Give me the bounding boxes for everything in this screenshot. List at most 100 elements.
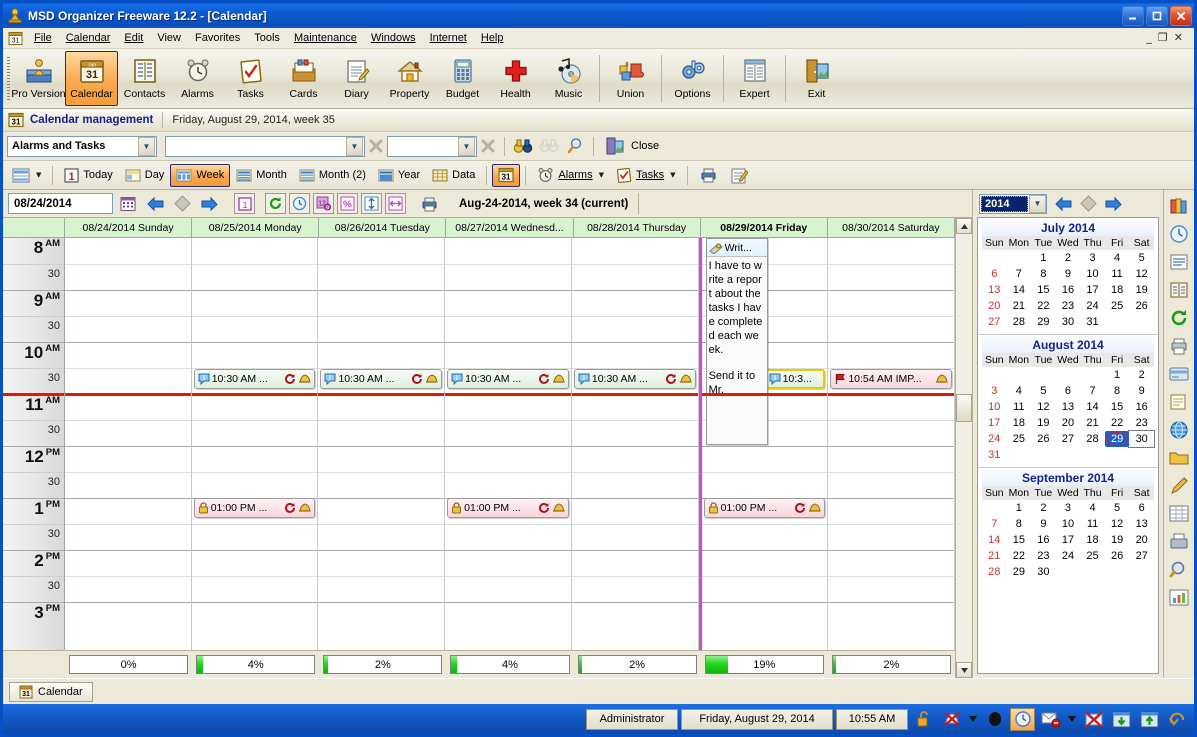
appointment-item[interactable]: i 10:30 AM ...	[320, 369, 442, 389]
chevron-down-icon[interactable]: ▼	[36, 171, 41, 179]
mini-day-cell[interactable]: 5	[1129, 250, 1154, 266]
chevron-down-icon[interactable]: ▼	[599, 171, 604, 179]
mini-day-cell[interactable]: 9	[1031, 516, 1056, 532]
mini-day-cell[interactable]: 25	[1080, 548, 1105, 564]
printer-icon[interactable]	[1167, 333, 1192, 358]
mini-day-cell[interactable]: 9	[1129, 383, 1154, 399]
day-header-monday[interactable]: 08/25/2014 Monday	[192, 218, 319, 237]
alarms-dropdown-button[interactable]: Alarms ▼	[531, 164, 610, 187]
chart-icon[interactable]	[1167, 585, 1192, 610]
toolbar-item-options[interactable]: Options	[666, 51, 719, 106]
filter-two-select[interactable]: ▼	[387, 136, 477, 157]
view-month-button[interactable]: Month	[230, 164, 293, 187]
toolbar-item-budget[interactable]: Budget	[436, 51, 489, 106]
mini-day-cell[interactable]: 16	[1129, 399, 1154, 415]
mini-day-cell[interactable]: 1	[1007, 500, 1032, 516]
edit-note-button[interactable]	[724, 164, 754, 187]
close-view-button[interactable]: Close	[599, 136, 665, 156]
mini-day-cell[interactable]: 3	[982, 383, 1007, 399]
chevron-down-icon[interactable]: ▼	[458, 137, 475, 156]
mini-day-cell[interactable]: 11	[1080, 516, 1105, 532]
mini-day-cell[interactable]: 8	[1105, 383, 1130, 399]
mini-day-cell[interactable]: 11	[1105, 266, 1130, 282]
row-height-button[interactable]	[361, 193, 382, 214]
contacts-icon[interactable]	[1167, 277, 1192, 302]
menu-item-help[interactable]: Help	[474, 29, 511, 47]
mini-day-cell[interactable]: 17	[1080, 282, 1105, 298]
mini-day-cell[interactable]: 8	[1007, 516, 1032, 532]
mini-day-cell[interactable]: 27	[1056, 431, 1081, 447]
mini-day-cell[interactable]: 9	[1056, 266, 1081, 282]
menu-item-maintenance[interactable]: Maintenance	[287, 29, 364, 47]
note-card[interactable]: Writ... I have to write a report about t…	[706, 238, 768, 445]
dropdown-caret-icon[interactable]	[1066, 708, 1078, 731]
mini-month-grid[interactable]: Sun Mon Tue Wed Thu Fri Sat 123456789101…	[982, 236, 1154, 330]
mini-month-body[interactable]: 1234567891011121314151617181920212223242…	[982, 367, 1154, 463]
view-week-button[interactable]: Week	[170, 164, 230, 187]
mini-day-cell[interactable]: 23	[1056, 298, 1081, 314]
toolbar-item-exit[interactable]: Exit	[790, 51, 843, 106]
mini-day-cell[interactable]: 16	[1031, 532, 1056, 548]
toolbar-item-tasks[interactable]: Tasks	[224, 51, 277, 106]
clear-filter-one-button[interactable]	[365, 138, 387, 154]
menu-item-windows[interactable]: Windows	[364, 29, 423, 47]
view-today-button[interactable]: 1 Today	[58, 164, 118, 187]
mini-day-cell[interactable]: 13	[1056, 399, 1081, 415]
menu-item-tools[interactable]: Tools	[247, 29, 287, 47]
pen-icon[interactable]	[1167, 473, 1192, 498]
mini-day-cell[interactable]: 3	[1056, 500, 1081, 516]
print-button[interactable]	[693, 164, 724, 187]
year-select[interactable]: 2014 ▼	[979, 194, 1047, 214]
mini-day-cell[interactable]: 8	[1031, 266, 1056, 282]
date-input[interactable]: 08/24/2014	[8, 193, 113, 214]
mini-day-cell[interactable]: 13	[982, 282, 1007, 298]
notes-icon[interactable]	[1167, 389, 1192, 414]
mini-day-cell[interactable]: 28	[1080, 431, 1105, 447]
task-button-calendar[interactable]: 31 Calendar	[9, 682, 93, 702]
mini-day-cell[interactable]: 19	[1105, 532, 1130, 548]
day-column-tuesday[interactable]: i 10:30 AM ...	[318, 238, 445, 650]
mini-day-cell[interactable]: 12	[1031, 399, 1056, 415]
mini-day-cell[interactable]: 3	[1080, 250, 1105, 266]
menu-item-file[interactable]: File	[27, 29, 59, 47]
view-data-button[interactable]: Data	[426, 164, 481, 187]
toggle-mini-calendar-button[interactable]: 31	[492, 164, 520, 187]
mini-month-grid[interactable]: Sun Mon Tue Wed Thu Fri Sat 123456789101…	[982, 353, 1154, 463]
appointment-item[interactable]: 10:54 AM IMP...	[830, 369, 952, 389]
toolbar-item-calendar[interactable]: Jan 31 Calendar	[65, 51, 118, 106]
search-icon[interactable]	[1167, 557, 1192, 582]
mini-day-cell[interactable]: 26	[1105, 548, 1130, 564]
diamond-icon[interactable]	[170, 193, 194, 215]
prev-week-button[interactable]	[143, 193, 167, 215]
print-calendar-button[interactable]	[417, 193, 441, 215]
day-column-thursday[interactable]: i 10:30 AM ...	[572, 238, 699, 650]
mini-day-cell[interactable]: 14	[1080, 399, 1105, 415]
download-icon[interactable]	[1109, 708, 1134, 731]
mini-day-cell[interactable]: 1	[1031, 250, 1056, 266]
filter-one-select[interactable]: ▼	[165, 136, 365, 157]
mini-day-cell[interactable]: 22	[1031, 298, 1056, 314]
mini-day-cell[interactable]: 29	[1105, 431, 1130, 447]
black-dot-icon[interactable]	[982, 708, 1007, 731]
toolbar-item-health[interactable]: Health	[489, 51, 542, 106]
globe-icon[interactable]	[1167, 417, 1192, 442]
list-icon[interactable]	[1167, 249, 1192, 274]
toolbar-item-union[interactable]: Union	[604, 51, 657, 106]
appointment-item[interactable]: i 10:30 AM ...	[574, 369, 696, 389]
scroll-down-button[interactable]	[956, 662, 972, 678]
toolbar-item-pro-version[interactable]: Pro Version	[12, 51, 65, 106]
menu-item-edit[interactable]: Edit	[117, 29, 150, 47]
mini-day-cell[interactable]: 15	[1007, 532, 1032, 548]
day-column-wednesday[interactable]: i 10:30 AM ...	[445, 238, 572, 650]
day-column-saturday[interactable]: 10:54 AM IMP...	[828, 238, 955, 650]
mini-day-cell[interactable]: 30	[1056, 314, 1081, 330]
chevron-down-icon[interactable]: ▼	[670, 171, 675, 179]
mini-day-cell[interactable]: 7	[1007, 266, 1032, 282]
percent-button[interactable]: %	[337, 193, 358, 214]
mini-day-cell[interactable]: 21	[1007, 298, 1032, 314]
mini-day-cell[interactable]: 19	[1031, 415, 1056, 431]
scroll-thumb[interactable]	[956, 394, 972, 422]
appointment-item[interactable]: 01:00 PM ...	[194, 498, 316, 518]
mini-day-cell[interactable]: 22	[1007, 548, 1032, 564]
layout-menu-button[interactable]: ▼	[6, 164, 47, 187]
